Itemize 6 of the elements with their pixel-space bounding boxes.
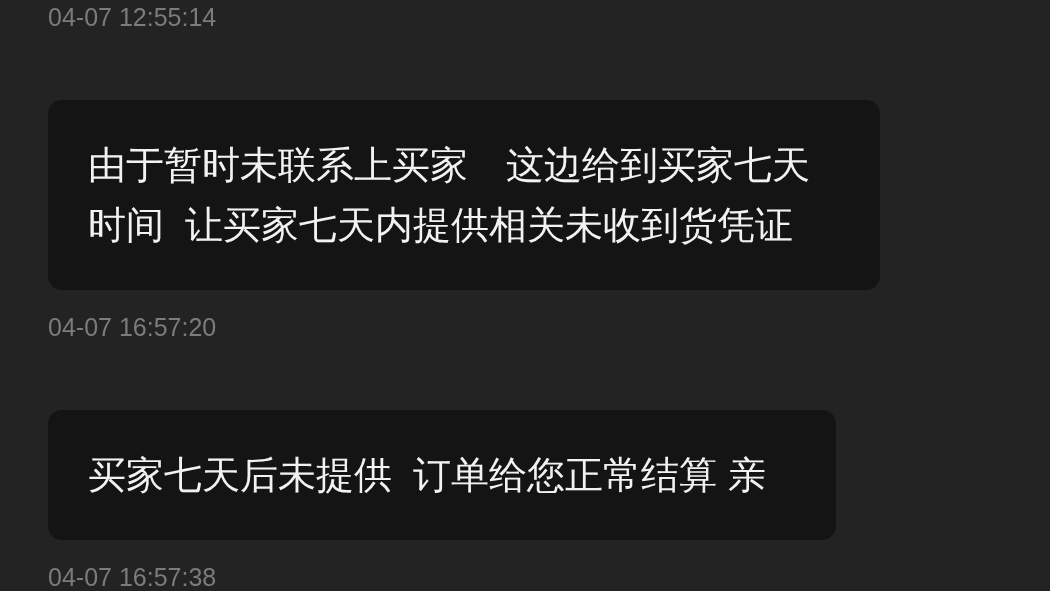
message-text: 买家七天后未提供 订单给您正常结算 亲: [88, 453, 766, 498]
message-text: 由于暂时未联系上买家 这边给到买家七天: [88, 143, 810, 188]
message-time: 04-07 16:57:38: [48, 562, 217, 591]
message-time: 04-07 16:57:20: [48, 312, 217, 342]
message-time: 04-07 12:55:14: [48, 2, 217, 32]
message-text: 时间 让买家七天内提供相关未收到货凭证: [88, 203, 795, 248]
